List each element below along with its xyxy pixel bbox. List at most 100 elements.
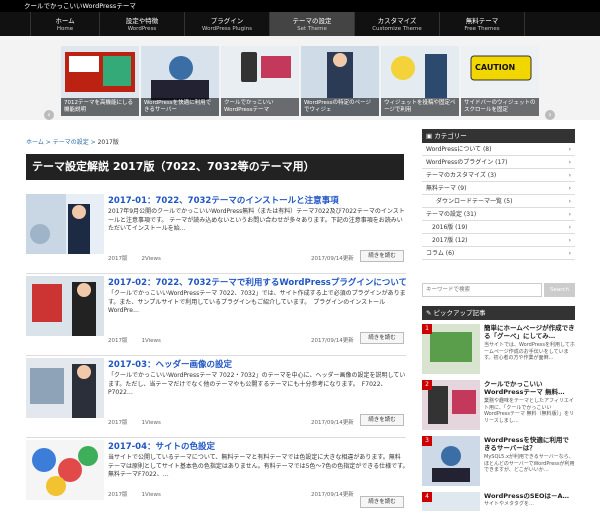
read-more-button[interactable]: 続きを読む: [360, 496, 404, 508]
pickup-title[interactable]: 簡単にホームページが作成できる「グーペ」にしてみ…: [484, 324, 575, 340]
slide-caption: ウィジェットを投稿や固定ページで利用: [381, 98, 459, 116]
rank-badge: 4: [422, 492, 432, 502]
breadcrumb-parent[interactable]: テーマの設定: [53, 139, 89, 146]
rank-badge: 2: [422, 380, 432, 390]
slide[interactable]: WordPressの特定のページでウィジェ: [301, 46, 379, 116]
post-date: 2017/09/14更新: [311, 256, 354, 262]
pickup-item[interactable]: 2 クールでかっこいいWordPressテーマ 無料… 業務や趣味をテーマとした…: [422, 380, 575, 436]
post-meta: 2017版 2Views: [108, 254, 161, 262]
category-item[interactable]: WordPressのプラグイン (17) ›: [422, 156, 575, 169]
post-title[interactable]: 2017-04：サイトの色設定: [108, 440, 406, 452]
nav-home[interactable]: ホーム Home: [30, 12, 100, 36]
post-category[interactable]: 2017版: [108, 338, 128, 344]
featured-slider: ‹ 7012テーマを高機能にしる機能説明 WordPressを快適に利用できるサ…: [0, 36, 600, 120]
slide-caption: 7012テーマを高機能にしる機能説明: [61, 98, 139, 116]
search-form: Search: [422, 283, 575, 297]
slide[interactable]: CAUTION サイドバーのウィジェットのスクロールを固定: [461, 46, 539, 116]
pickup-title[interactable]: クールでかっこいいWordPressテーマ 無料…: [484, 380, 575, 396]
chevron-right-icon: ›: [568, 172, 571, 179]
pickup-title[interactable]: WordPressのSEOは－A…: [484, 492, 575, 500]
pickup-heading-label: ピックアップ記事: [433, 309, 486, 317]
nav-label: プラグイン: [210, 17, 244, 25]
chevron-right-icon: ›: [568, 185, 571, 192]
post-excerpt: 当サイトで公開しているテーマについて、無料テーマと有料テーマでは色設定に大きな相…: [108, 454, 412, 478]
slide[interactable]: 7012テーマを高機能にしる機能説明: [61, 46, 139, 116]
chevron-right-icon: ›: [568, 224, 571, 231]
category-item[interactable]: コラム (6) ›: [422, 247, 575, 260]
site-title-bar: クールでかっこいいWordPressテーマ: [0, 0, 600, 12]
nav-sublabel: Customize Theme: [372, 26, 422, 32]
post-views: 1Views: [141, 420, 161, 426]
read-more-button[interactable]: 続きを読む: [360, 332, 404, 344]
breadcrumb-current: 2017版: [97, 139, 119, 146]
post-category[interactable]: 2017版: [108, 256, 128, 262]
caution-banner-text: CAUTION: [475, 63, 516, 72]
post-date: 2017/09/14更新: [311, 338, 354, 344]
search-button[interactable]: Search: [544, 283, 575, 297]
slide[interactable]: ウィジェットを投稿や固定ページで利用: [381, 46, 459, 116]
slider-prev-arrow-icon[interactable]: ‹: [44, 110, 54, 120]
slide[interactable]: WordPressを快適に利用できるサーバー: [141, 46, 219, 116]
pickup-item[interactable]: 1 簡単にホームページが作成できる「グーペ」にしてみ… 当サイトでは、WordP…: [422, 324, 575, 380]
category-item[interactable]: テーマの設定 (31) ›: [422, 208, 575, 221]
post-date: 2017/09/14更新: [311, 492, 354, 498]
category-list: WordPressについて (8) › WordPressのプラグイン (17) ›…: [422, 143, 575, 260]
chevron-right-icon: ›: [568, 146, 571, 153]
global-nav: ホーム Home 設定や特徴 WordPress プラグイン WordPress Pl…: [0, 12, 600, 36]
nav-features[interactable]: 設定や特徴 WordPress: [100, 12, 185, 36]
pickup-title[interactable]: WordPressを快適に利用できるサーバーは？: [484, 436, 575, 452]
category-item[interactable]: 2016版 (19) ›: [422, 221, 575, 234]
slider-next-arrow-icon[interactable]: ›: [545, 110, 555, 120]
post-excerpt: 2017年9月公開のクールでかっこいいWordPress無料（または有料）テーマ…: [108, 208, 405, 232]
category-item[interactable]: WordPressについて (8) ›: [422, 143, 575, 156]
pickup-item[interactable]: 3 WordPressを快適に利用できるサーバーは？ MySQL5.xが利用でき…: [422, 436, 575, 492]
breadcrumb: ホーム > テーマの設定 > 2017版: [26, 137, 119, 146]
site-title[interactable]: クールでかっこいいWordPressテーマ: [24, 2, 136, 10]
category-label: WordPressのプラグイン (17): [426, 159, 508, 166]
pickup-description: MySQL5.xが利用できるサーバーなら、ほとんどのサーバーでWordPress…: [484, 454, 575, 473]
nav-sublabel: Home: [56, 26, 74, 32]
category-item[interactable]: ダウンロードテーマ一覧 (5) ›: [422, 195, 575, 208]
post-thumbnail[interactable]: [26, 440, 104, 500]
nav-sublabel: WordPress: [127, 26, 157, 32]
post-title[interactable]: 2017-01：7022、7032テーマのインストールと注意事項: [108, 194, 406, 206]
post-category[interactable]: 2017版: [108, 420, 128, 426]
post-title[interactable]: 2017-02：7022、7032テーマで利用するWordPressプラグインに…: [108, 276, 406, 288]
nav-theme-settings[interactable]: テーマの設定 Set Theme: [270, 12, 355, 36]
chevron-right-icon: ›: [568, 159, 571, 166]
category-heading: ▣ カテゴリー: [422, 129, 575, 143]
post-excerpt: 「クールでかっこいいWordPressテーマ 7022、7032」では、サイト作…: [108, 290, 406, 314]
nav-free-themes[interactable]: 無料テーマ Free Themes: [440, 12, 525, 36]
pickup-item[interactable]: 4 WordPressのSEOは－A… サイトやメタタグを…: [422, 492, 575, 511]
search-input[interactable]: [422, 283, 542, 297]
post-item: 2017-04：サイトの色設定 当サイトで公開しているテーマについて、無料テーマ…: [26, 440, 412, 520]
breadcrumb-separator: >: [90, 139, 96, 146]
post-views: 2Views: [141, 256, 161, 262]
pencil-icon: ✎: [426, 309, 434, 317]
post-thumbnail[interactable]: [26, 358, 104, 418]
post-meta: 2017版 1Views: [108, 336, 161, 344]
chevron-right-icon: ›: [568, 198, 571, 205]
nav-sublabel: Set Theme: [297, 26, 327, 32]
rank-badge: 3: [422, 436, 432, 446]
folder-icon: ▣: [426, 132, 435, 140]
category-item[interactable]: 無料テーマ (9) ›: [422, 182, 575, 195]
category-item[interactable]: テーマのカスタマイズ (3) ›: [422, 169, 575, 182]
post-title[interactable]: 2017-03：ヘッダー画像の設定: [108, 358, 406, 370]
chevron-right-icon: ›: [568, 211, 571, 218]
nav-customize[interactable]: カスタマイズ Customize Theme: [355, 12, 440, 36]
slide[interactable]: クールでかっこいいWordPressテーマ: [221, 46, 299, 116]
read-more-button[interactable]: 続きを読む: [360, 414, 404, 426]
post-thumbnail[interactable]: [26, 194, 104, 254]
post-category[interactable]: 2017版: [108, 492, 128, 498]
category-item[interactable]: 2017版 (12) ›: [422, 234, 575, 247]
post-meta: 2017版 1Views: [108, 490, 161, 498]
nav-label: 設定や特徴: [125, 17, 159, 25]
nav-label: 無料テーマ: [465, 17, 499, 25]
category-heading-label: カテゴリー: [434, 132, 467, 140]
post-thumbnail[interactable]: [26, 276, 104, 336]
read-more-button[interactable]: 続きを読む: [360, 250, 404, 262]
breadcrumb-home[interactable]: ホーム: [26, 139, 44, 146]
nav-plugins[interactable]: プラグイン WordPress Plugins: [185, 12, 270, 36]
pickup-description: 業務や趣味をテーマとしたアフィリエイト用に、「クールでかっこいいWordPres…: [484, 398, 575, 424]
